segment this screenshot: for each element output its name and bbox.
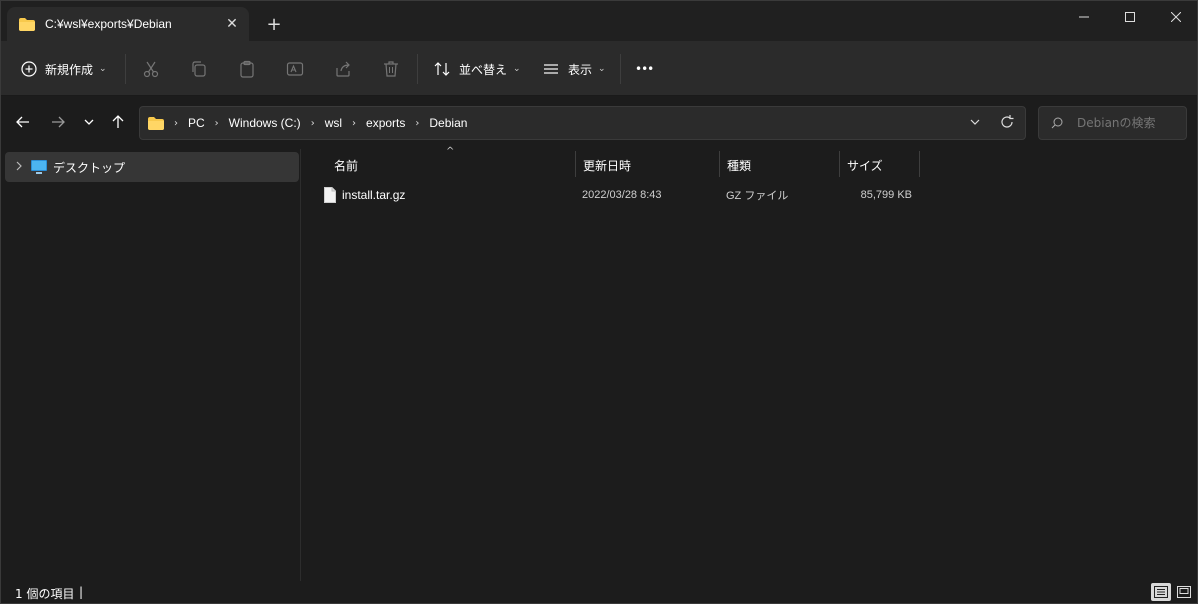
breadcrumb-wsl[interactable]: wsl [325, 116, 342, 130]
recent-locations-button[interactable] [77, 110, 101, 134]
sort-button[interactable]: 並べ替え ⌄ [433, 55, 521, 83]
breadcrumb-exports[interactable]: exports [366, 116, 405, 130]
chevron-down-icon [970, 119, 980, 125]
item-count: 1 個の項目 [15, 587, 75, 601]
rename-icon [286, 62, 304, 76]
refresh-icon [1001, 115, 1014, 128]
cut-button[interactable] [142, 55, 160, 83]
new-tab-button[interactable]: + [263, 13, 285, 35]
clipboard-icon [240, 60, 254, 78]
column-header-size[interactable]: サイズ [839, 151, 919, 179]
share-button[interactable] [334, 55, 352, 83]
details-view-button[interactable] [1151, 583, 1171, 601]
more-options-button[interactable]: ••• [635, 55, 654, 83]
chevron-down-icon: ⌄ [598, 64, 606, 74]
paste-button[interactable] [238, 55, 256, 83]
chevron-down-icon: ⌄ [99, 64, 107, 74]
file-size: 85,799 KB [860, 189, 912, 201]
search-input[interactable] [1077, 116, 1177, 130]
new-item-button[interactable]: 新規作成 ⌄ [21, 55, 107, 83]
breadcrumb-debian[interactable]: Debian [429, 116, 467, 130]
toolbar-divider [125, 54, 126, 84]
sort-icon [434, 62, 450, 76]
toolbar-divider [620, 54, 621, 84]
file-icon-cell [324, 181, 336, 209]
title-bar: C:¥wsl¥exports¥Debian ✕ + [1, 1, 1197, 41]
rename-button[interactable] [286, 55, 304, 83]
breadcrumb-pc[interactable]: PC [188, 116, 205, 130]
details-view-icon [1154, 586, 1168, 598]
copy-icon [192, 61, 206, 77]
up-button[interactable] [106, 110, 130, 134]
scissors-icon [143, 61, 159, 78]
arrow-right-icon [52, 116, 65, 128]
file-modified: 2022/03/28 8:43 [582, 189, 662, 201]
breadcrumb-separator[interactable]: › [415, 118, 419, 129]
trash-icon [384, 61, 398, 77]
share-icon [336, 61, 350, 77]
file-name[interactable]: install.tar.gz [342, 181, 405, 209]
arrow-up-icon [112, 115, 124, 128]
file-type: GZ ファイル [726, 190, 789, 202]
chevron-down-icon [84, 119, 94, 125]
minimize-button[interactable] [1061, 1, 1107, 33]
large-icons-view-button[interactable] [1174, 583, 1194, 601]
column-header-name[interactable]: 名前 [326, 151, 574, 179]
delete-button[interactable] [382, 55, 400, 83]
address-row: › PC › Windows (C:) › wsl › exports › De… [1, 96, 1197, 149]
folder-icon [148, 116, 164, 130]
refresh-button[interactable] [999, 114, 1015, 133]
maximize-button[interactable] [1107, 1, 1153, 33]
address-dropdown-button[interactable] [969, 116, 981, 131]
copy-button[interactable] [190, 55, 208, 83]
status-divider: | [79, 585, 84, 599]
tab-title: C:¥wsl¥exports¥Debian [45, 17, 172, 31]
maximize-icon [1125, 12, 1135, 22]
column-header-type[interactable]: 種類 [719, 151, 839, 179]
file-list: ^ 名前 更新日時 種類 サイズ install.tar.gz 2022/03/… [302, 146, 1197, 581]
large-icons-view-icon [1177, 586, 1191, 598]
tab-current-folder[interactable]: C:¥wsl¥exports¥Debian ✕ [7, 7, 249, 41]
view-label: 表示 [568, 62, 593, 77]
list-view-icon [544, 64, 558, 74]
file-icon [324, 187, 336, 203]
search-icon [1051, 117, 1063, 129]
close-icon [1171, 12, 1181, 22]
breadcrumb-separator[interactable]: › [311, 118, 315, 129]
column-header-modified[interactable]: 更新日時 [575, 151, 719, 179]
toolbar-divider [417, 54, 418, 84]
close-window-button[interactable] [1153, 1, 1198, 33]
column-divider[interactable] [919, 151, 920, 177]
breadcrumb-drive[interactable]: Windows (C:) [229, 116, 301, 130]
command-bar: 新規作成 ⌄ 並べ替え ⌄ 表示 ⌄ ••• [1, 41, 1197, 96]
new-item-label: 新規作成 [45, 62, 94, 77]
address-bar[interactable]: › PC › Windows (C:) › wsl › exports › De… [139, 106, 1026, 140]
status-bar: 1 個の項目 | [1, 581, 1197, 603]
minimize-icon [1079, 16, 1089, 18]
arrow-left-icon [16, 116, 29, 128]
view-button[interactable]: 表示 ⌄ [542, 55, 606, 83]
sidebar-item-label: デスクトップ [53, 160, 126, 175]
breadcrumb-separator[interactable]: › [352, 118, 356, 129]
breadcrumb-separator[interactable]: › [174, 118, 178, 129]
tab-close-button[interactable]: ✕ [221, 13, 243, 35]
navigation-pane: デスクトップ [1, 149, 301, 581]
expand-chevron-icon[interactable] [7, 161, 31, 174]
folder-icon [19, 17, 35, 31]
sort-label: 並べ替え [459, 62, 508, 77]
search-box[interactable] [1038, 106, 1187, 140]
chevron-down-icon: ⌄ [513, 64, 521, 74]
desktop-icon [31, 160, 47, 174]
forward-button[interactable] [46, 110, 70, 134]
file-row[interactable]: install.tar.gz 2022/03/28 8:43 GZ ファイル 8… [318, 181, 918, 209]
plus-circle-icon [21, 61, 37, 77]
sidebar-item-desktop[interactable]: デスクトップ [5, 152, 299, 182]
back-button[interactable] [11, 110, 35, 134]
explorer-window: C:¥wsl¥exports¥Debian ✕ + 新規作成 ⌄ 並べ替え ⌄ … [0, 0, 1198, 604]
breadcrumb-separator[interactable]: › [215, 118, 219, 129]
